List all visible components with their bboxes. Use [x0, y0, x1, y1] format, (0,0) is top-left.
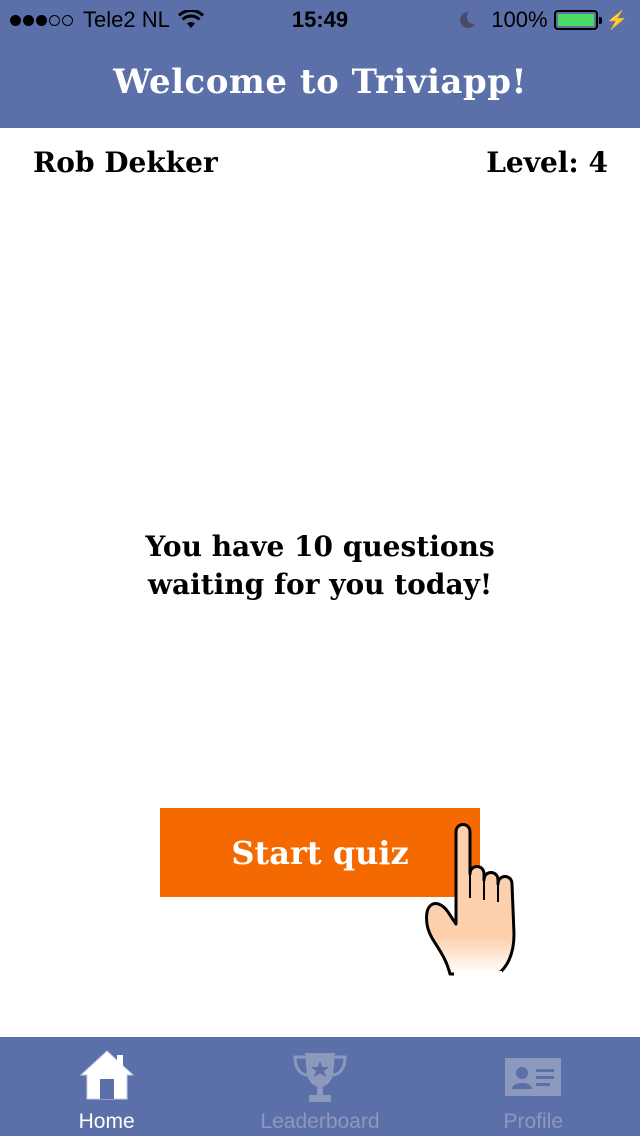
- pointing-hand-icon: [425, 823, 516, 977]
- home-icon: [79, 1050, 134, 1100]
- questions-message: You have 10 questions waiting for you to…: [60, 528, 580, 604]
- app-header: Tele2 NL 15:49 100% ⚡ Welcome to Triviap…: [0, 0, 640, 128]
- charging-icon: ⚡: [605, 9, 628, 30]
- status-right: 100% ⚡: [457, 7, 628, 33]
- battery-icon: [553, 10, 602, 30]
- tab-profile-label: Profile: [503, 1110, 564, 1133]
- trophy-icon: [293, 1053, 347, 1102]
- tab-home[interactable]: Home: [0, 1037, 213, 1136]
- tab-bar: Home Leaderboard Profile: [0, 1037, 640, 1136]
- user-name: Rob Dekker: [33, 146, 218, 179]
- user-level: Level: 4: [486, 146, 608, 179]
- tab-home-label: Home: [78, 1110, 135, 1133]
- page-title: Welcome to Triviapp!: [113, 62, 527, 102]
- tab-profile[interactable]: Profile: [427, 1037, 640, 1136]
- status-bar: Tele2 NL 15:49 100% ⚡: [0, 0, 640, 40]
- id-card-icon: [505, 1058, 562, 1096]
- tab-leaderboard[interactable]: Leaderboard: [213, 1037, 426, 1136]
- message-line-1: You have 10 questions: [145, 530, 495, 563]
- tab-leaderboard-label: Leaderboard: [260, 1110, 380, 1133]
- message-line-2: waiting for you today!: [147, 568, 493, 601]
- battery-percent: 100%: [491, 7, 548, 32]
- moon-icon: [460, 11, 476, 28]
